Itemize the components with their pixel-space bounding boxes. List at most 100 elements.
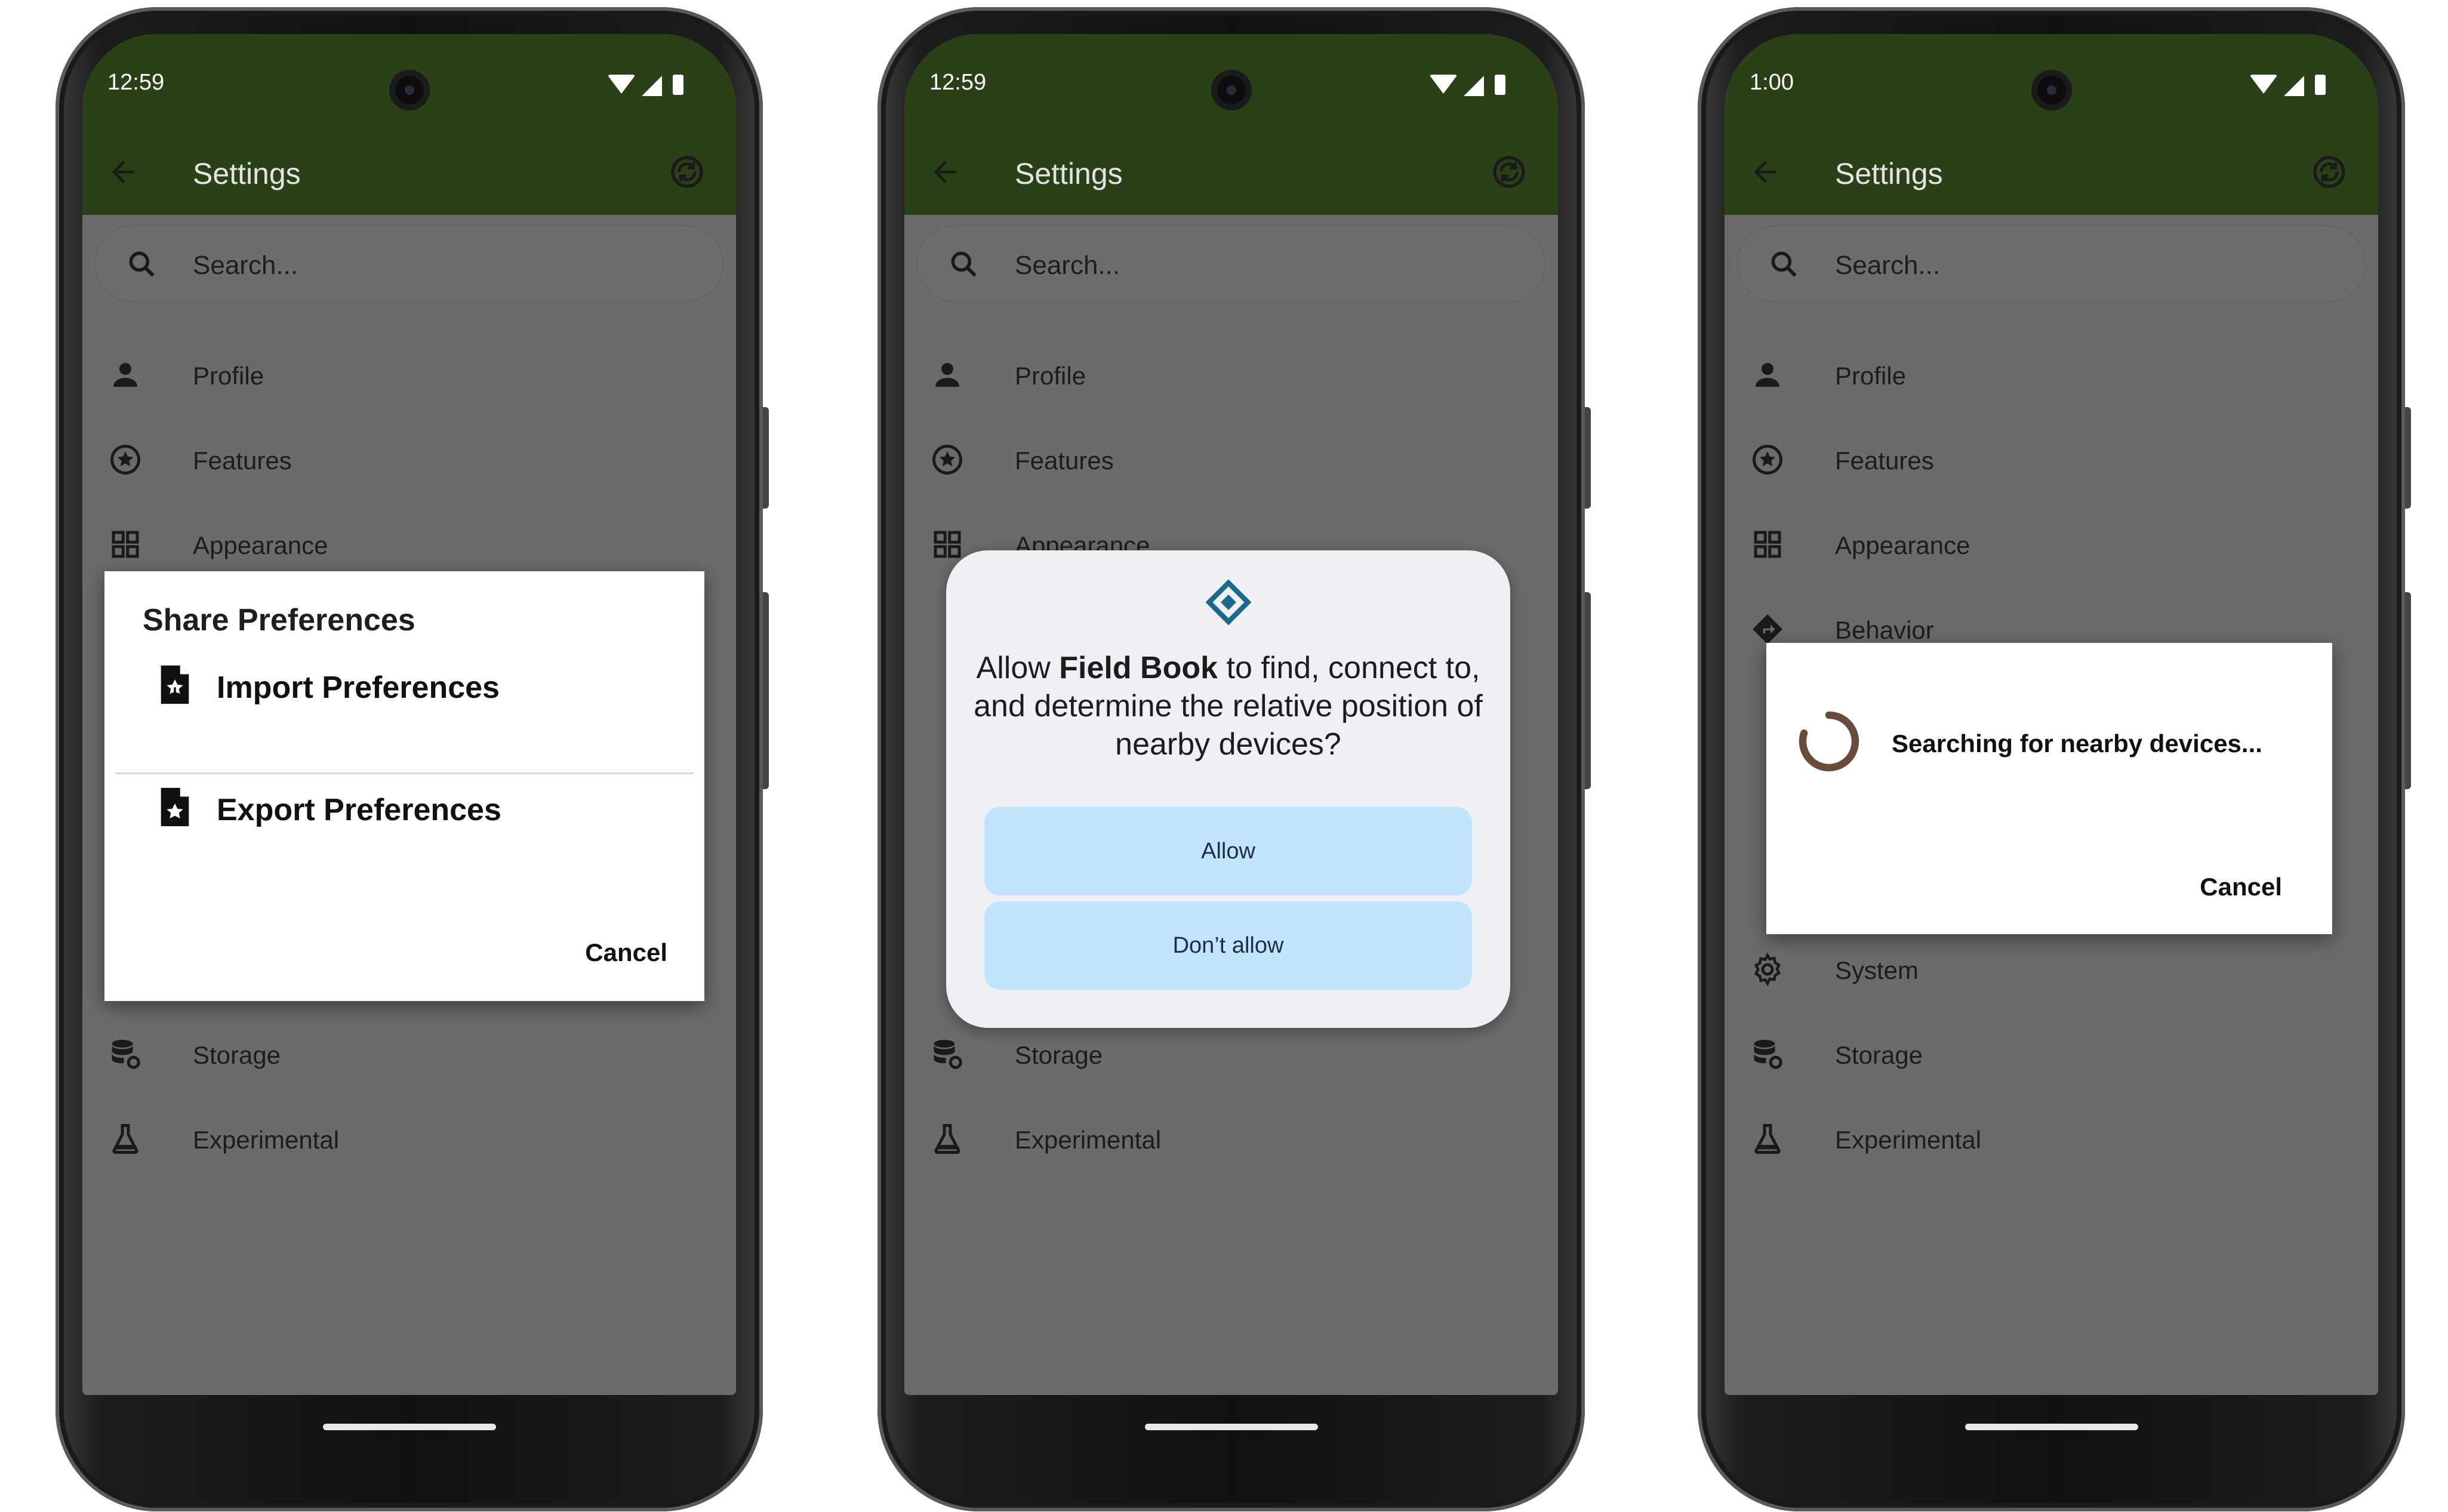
export-preferences-option[interactable]: Export Preferences — [104, 774, 704, 846]
gear-icon — [1754, 952, 1781, 987]
battery-icon — [1495, 75, 1505, 95]
settings-item-profile[interactable]: Profile — [904, 347, 1558, 401]
screen: 12:59 Settings Search... Profile Feature… — [82, 34, 736, 1395]
arrow-back-icon[interactable] — [1748, 155, 1782, 189]
flask-icon — [1754, 1124, 1781, 1154]
settings-item-storage[interactable]: Storage — [1725, 1027, 2378, 1080]
file-export-icon — [161, 787, 189, 827]
settings-item-system[interactable]: System — [1725, 942, 2378, 996]
settings-item-profile[interactable]: Profile — [1725, 347, 2378, 401]
screen: 12:59 Settings Search... Profile Feature… — [904, 34, 1558, 1395]
person-icon — [935, 363, 959, 387]
status-icons — [607, 75, 697, 98]
signal-icon — [642, 76, 662, 96]
app-bar: Settings — [1725, 127, 2378, 215]
signal-icon — [2284, 76, 2304, 96]
app-bar: Settings — [82, 127, 736, 215]
settings-item-label: Storage — [1835, 1041, 1923, 1069]
navigation-bar — [1725, 1395, 2378, 1464]
database-settings-icon — [112, 1040, 140, 1069]
nearby-devices-permission-dialog: Allow Field Book to find, connect to, an… — [946, 550, 1510, 1028]
status-bar: 1:00 — [1725, 34, 2378, 127]
allow-button[interactable]: Allow — [984, 807, 1472, 895]
front-camera — [389, 70, 430, 110]
home-indicator[interactable] — [1964, 1424, 2138, 1430]
settings-item-label: Profile — [193, 362, 264, 390]
battery-icon — [673, 75, 683, 95]
settings-item-label: Profile — [1015, 362, 1086, 390]
sync-icon[interactable] — [1490, 153, 1528, 191]
wifi-icon — [1429, 75, 1458, 94]
settings-item-experimental[interactable]: Experimental — [904, 1111, 1558, 1165]
settings-item-label: Behavior — [1835, 616, 1934, 644]
person-icon — [1756, 363, 1779, 387]
settings-item-label: Features — [1015, 446, 1114, 475]
settings-item-storage[interactable]: Storage — [904, 1027, 1558, 1080]
dialog-title: Share Preferences — [143, 603, 415, 638]
settings-item-label: Appearance — [193, 531, 328, 559]
star-circle-icon — [110, 445, 140, 475]
settings-item-appearance[interactable]: Appearance — [82, 517, 736, 571]
home-indicator[interactable] — [322, 1424, 496, 1430]
signal-icon — [1464, 76, 1484, 96]
wifi-icon — [607, 75, 636, 94]
page-title: Settings — [1835, 157, 1943, 190]
database-settings-icon — [1754, 1040, 1782, 1069]
search-bar[interactable]: Search... — [916, 225, 1546, 303]
settings-item-label: Features — [193, 446, 292, 475]
search-bar[interactable]: Search... — [94, 225, 724, 303]
phone-frame-1: 12:59 Settings Search... Profile Feature… — [56, 7, 769, 1511]
phone-frame-2: 12:59 Settings Search... Profile Feature… — [877, 7, 1591, 1511]
settings-item-storage[interactable]: Storage — [82, 1027, 736, 1080]
directions-icon — [1753, 614, 1782, 644]
navigation-bar — [904, 1395, 1558, 1464]
phone-frame-3: 1:00 Settings Search... Profile Features — [1698, 7, 2411, 1511]
search-input[interactable]: Search... — [1835, 251, 1940, 281]
grid-icon — [112, 531, 139, 558]
flask-icon — [934, 1124, 960, 1154]
battery-icon — [2315, 75, 2326, 95]
status-icons — [1429, 75, 1519, 98]
settings-item-label: Profile — [1835, 362, 1907, 390]
settings-item-label: Features — [1835, 446, 1934, 475]
nearby-devices-icon — [1205, 579, 1251, 626]
front-camera — [1211, 70, 1252, 110]
search-bar[interactable]: Search... — [1736, 225, 2366, 303]
settings-item-label: Experimental — [1015, 1126, 1162, 1154]
app-name: Field Book — [1059, 651, 1218, 685]
status-icons — [2249, 75, 2339, 98]
search-input[interactable]: Search... — [1015, 251, 1120, 281]
grid-icon — [1754, 531, 1781, 558]
share-preferences-dialog: Share Preferences Import Preferences Exp… — [104, 571, 704, 1001]
navigation-bar — [82, 1395, 736, 1464]
arrow-back-icon[interactable] — [928, 155, 962, 189]
import-preferences-option[interactable]: Import Preferences — [104, 652, 704, 723]
settings-item-experimental[interactable]: Experimental — [1725, 1111, 2378, 1165]
settings-item-label: Storage — [193, 1041, 281, 1069]
status-bar: 12:59 — [904, 34, 1558, 127]
settings-item-features[interactable]: Features — [82, 432, 736, 486]
cancel-button[interactable]: Cancel — [2200, 873, 2282, 901]
page-title: Settings — [193, 157, 301, 190]
star-circle-icon — [932, 445, 962, 475]
sync-icon[interactable] — [668, 153, 706, 191]
search-icon — [1771, 251, 1797, 277]
search-input[interactable]: Search... — [193, 251, 298, 281]
status-bar: 12:59 — [82, 34, 736, 127]
status-time: 1:00 — [1750, 70, 1794, 95]
settings-item-appearance[interactable]: Appearance — [1725, 517, 2378, 571]
cancel-button[interactable]: Cancel — [585, 938, 667, 967]
arrow-back-icon[interactable] — [106, 155, 140, 189]
settings-item-features[interactable]: Features — [904, 432, 1558, 486]
dont-allow-button[interactable]: Don’t allow — [984, 901, 1472, 990]
search-icon — [129, 251, 155, 277]
status-time: 12:59 — [107, 70, 165, 95]
home-indicator[interactable] — [1144, 1424, 1318, 1430]
settings-item-features[interactable]: Features — [1725, 432, 2378, 486]
app-bar: Settings — [904, 127, 1558, 215]
sync-icon[interactable] — [2310, 153, 2348, 191]
settings-item-experimental[interactable]: Experimental — [82, 1111, 736, 1165]
front-camera — [2031, 70, 2072, 110]
grid-icon — [934, 531, 961, 558]
settings-item-profile[interactable]: Profile — [82, 347, 736, 401]
